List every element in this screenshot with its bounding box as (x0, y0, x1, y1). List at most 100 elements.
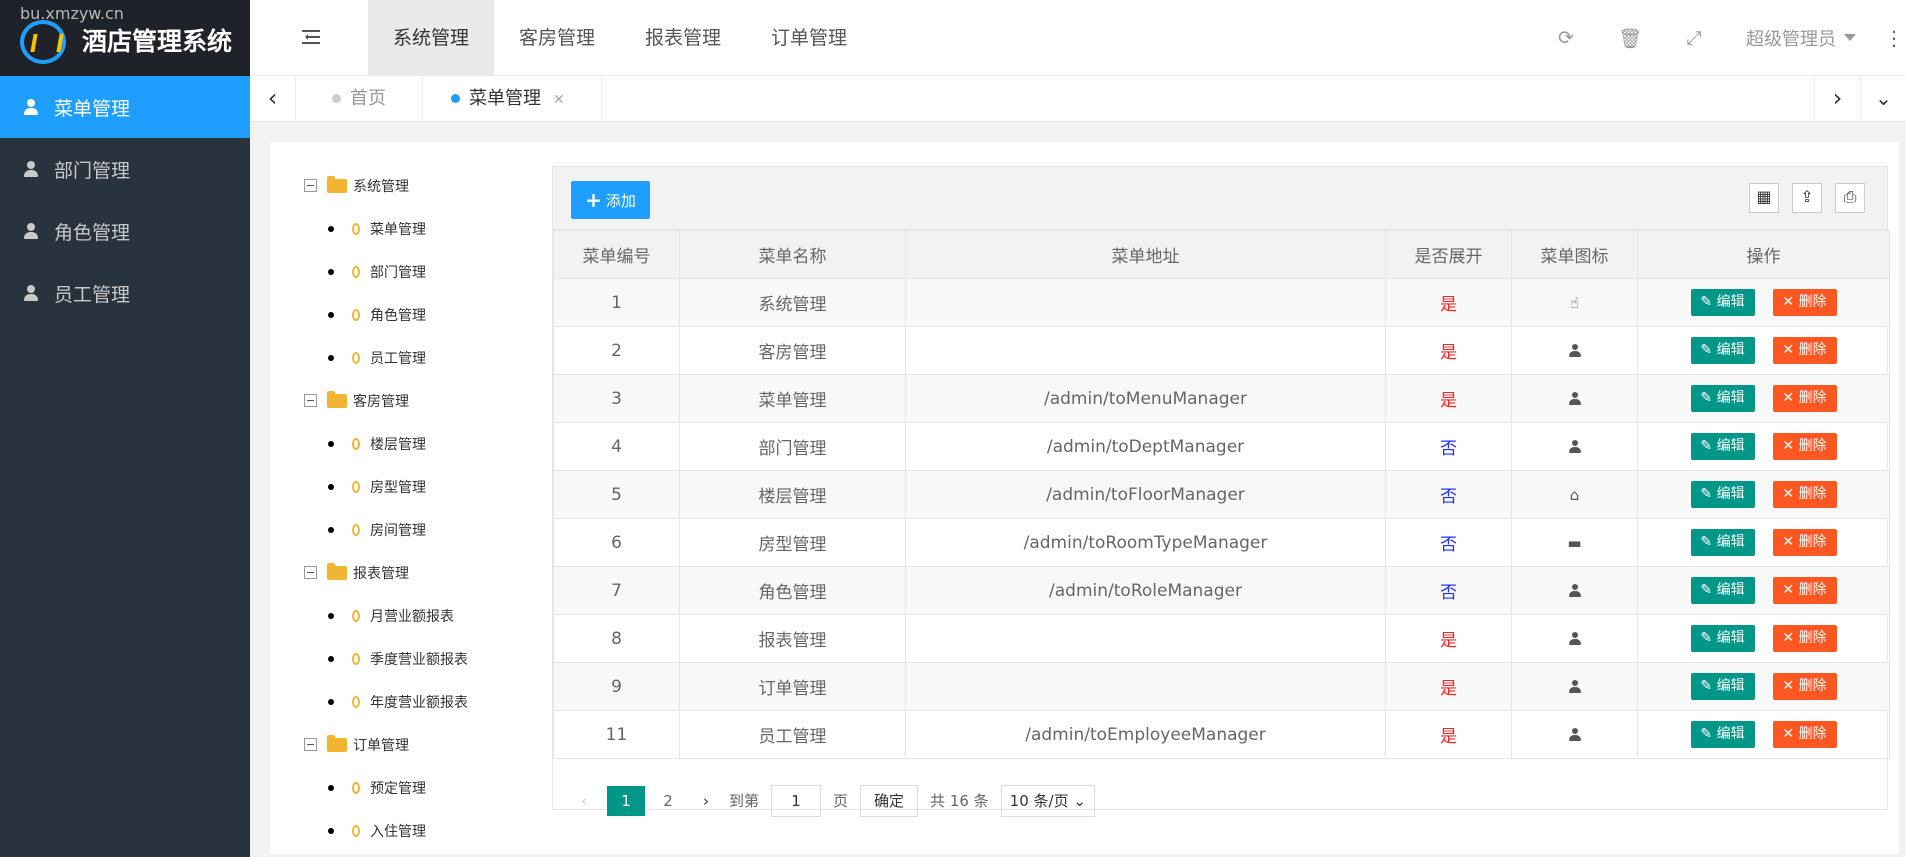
table-row[interactable]: 8 报表管理 是 ✎ 编辑 ✕ 删除 (553, 614, 1890, 663)
table-row[interactable]: 1 系统管理 是 ☝ ✎ 编辑 ✕ 删除 (553, 278, 1890, 327)
tree-leaf[interactable]: 部门管理 (304, 250, 504, 293)
sidebar-toggle-icon[interactable] (302, 30, 320, 44)
tree-leaf-label: 房间管理 (370, 522, 426, 539)
tree-leaf[interactable]: 月营业额报表 (304, 594, 504, 637)
edit-label: 编辑 (1716, 342, 1745, 358)
edit-button[interactable]: ✎ 编辑 (1690, 481, 1755, 508)
table-row[interactable]: 7 角色管理/admin/toRoleManager 否 ✎ 编辑 ✕ 删除 (553, 566, 1890, 615)
table-row[interactable]: 5 楼层管理/admin/toFloorManager 否 ⌂ ✎ 编辑 ✕ 删除 (553, 470, 1890, 519)
page-prev-icon[interactable]: ‹ (569, 786, 599, 816)
topnav-rooms[interactable]: 客房管理 (494, 0, 620, 76)
delete-button[interactable]: ✕ 删除 (1772, 577, 1837, 604)
table-toolbar: + 添加 ▦ ⇪ ⎙ (553, 167, 1887, 230)
delete-button[interactable]: ✕ 删除 (1772, 289, 1837, 316)
edit-label: 编辑 (1716, 438, 1745, 454)
delete-button[interactable]: ✕ 删除 (1772, 529, 1837, 556)
topnav-system[interactable]: 系统管理 (368, 0, 495, 76)
tree-leaf[interactable]: 角色管理 (304, 293, 504, 336)
table-row[interactable]: 3 菜单管理/admin/toMenuManager 是 ✎ 编辑 ✕ 删除 (553, 374, 1890, 423)
sidebar-item-menu[interactable]: 菜单管理 (0, 76, 250, 138)
tab-home[interactable]: 首页 (296, 76, 423, 122)
edit-button[interactable]: ✎ 编辑 (1690, 337, 1755, 364)
delete-button[interactable]: ✕ 删除 (1772, 385, 1837, 412)
per-page-select[interactable]: 10 条/页 ⌄ (1000, 784, 1095, 817)
delete-button[interactable]: ✕ 删除 (1772, 433, 1837, 460)
col-actions: 操作 (1637, 230, 1890, 279)
tree-leaf[interactable]: 房间管理 (304, 508, 504, 551)
cell-url: /admin/toFloorManager (905, 470, 1386, 519)
edit-button[interactable]: ✎ 编辑 (1690, 385, 1755, 412)
tree-leaf[interactable]: 菜单管理 (304, 207, 504, 250)
add-button[interactable]: + 添加 (571, 181, 650, 219)
collapse-icon[interactable] (304, 179, 317, 192)
page-1[interactable]: 1 (607, 785, 645, 816)
delete-button[interactable]: ✕ 删除 (1772, 625, 1837, 652)
goto-label: 到第 (729, 792, 760, 810)
tab-prev-icon[interactable]: ‹ (250, 76, 296, 122)
collapse-icon[interactable] (304, 566, 317, 579)
page-next-icon[interactable]: › (691, 786, 721, 816)
page-2[interactable]: 2 (653, 786, 683, 816)
refresh-icon[interactable]: ⟳ (1534, 27, 1598, 49)
delete-button[interactable]: ✕ 删除 (1772, 721, 1837, 748)
more-icon[interactable]: ⋮ (1884, 26, 1904, 50)
collapse-icon[interactable] (304, 394, 317, 407)
chevron-down-icon[interactable]: ⌄ (1860, 76, 1906, 122)
tree-leaf-label: 角色管理 (370, 307, 426, 324)
confirm-button[interactable]: 确定 (860, 784, 919, 817)
delete-button[interactable]: ✕ 删除 (1772, 481, 1837, 508)
topnav-reports[interactable]: 报表管理 (620, 0, 746, 76)
tree-group[interactable]: 系统管理 (304, 164, 504, 207)
delete-label: 删除 (1798, 342, 1827, 358)
sidebar-item-dept[interactable]: 部门管理 (0, 138, 250, 200)
tree-leaf[interactable]: 季度营业额报表 (304, 637, 504, 680)
tree-group[interactable]: 客房管理 (304, 379, 504, 422)
table-row[interactable]: 11 员工管理/admin/toEmployeeManager 是 ✎ 编辑 ✕ 删除 (553, 710, 1890, 759)
cell-icon: ⌂ (1511, 470, 1638, 519)
delete-button[interactable]: ✕ 删除 (1772, 337, 1837, 364)
tree-group[interactable]: 报表管理 (304, 551, 504, 594)
fullscreen-icon[interactable]: ⤢ (1662, 27, 1726, 49)
edit-button[interactable]: ✎ 编辑 (1690, 625, 1755, 652)
tab-menu-manage[interactable]: 菜单管理 ✕ (415, 76, 602, 122)
export-icon[interactable]: ⇪ (1792, 183, 1822, 213)
topnav-orders[interactable]: 订单管理 (746, 0, 872, 76)
table-row[interactable]: 9 订单管理 是 ✎ 编辑 ✕ 删除 (553, 662, 1890, 711)
tab-next-icon[interactable]: › (1814, 76, 1860, 122)
tree-leaf[interactable]: 员工管理 (304, 336, 504, 379)
sidebar-item-label: 菜单管理 (54, 97, 131, 120)
cell-name: 客房管理 (679, 326, 906, 375)
tree-leaf[interactable]: 楼层管理 (304, 422, 504, 465)
print-icon[interactable]: ⎙ (1835, 183, 1865, 213)
tree-leaf[interactable]: 预定管理 (304, 766, 504, 809)
user-menu[interactable]: 超级管理员 (1726, 25, 1884, 51)
columns-icon[interactable]: ▦ (1749, 183, 1779, 213)
collapse-icon[interactable] (304, 738, 317, 751)
edit-button[interactable]: ✎ 编辑 (1690, 289, 1755, 316)
cell-actions: ✎ 编辑 ✕ 删除 (1637, 662, 1890, 711)
page-input[interactable]: 1 (771, 784, 822, 817)
table-row[interactable]: 6 房型管理/admin/toRoomTypeManager 否 ▬ ✎ 编辑 ✕ 删除 (553, 518, 1890, 567)
close-icon[interactable]: ✕ (553, 92, 565, 108)
table-row[interactable]: 2 客房管理 是 ✎ 编辑 ✕ 删除 (553, 326, 1890, 375)
edit-button[interactable]: ✎ 编辑 (1690, 433, 1755, 460)
user-icon (24, 223, 38, 239)
tree-leaf[interactable]: 房型管理 (304, 465, 504, 508)
cell-url (905, 662, 1386, 711)
tree-leaf[interactable]: 入住管理 (304, 809, 504, 852)
trash-icon[interactable]: 🗑 (1598, 27, 1662, 50)
edit-button[interactable]: ✎ 编辑 (1690, 673, 1755, 700)
delete-button[interactable]: ✕ 删除 (1772, 673, 1837, 700)
tree-leaf[interactable]: 年度营业额报表 (304, 680, 504, 723)
tree-group-label: 报表管理 (353, 565, 409, 582)
sidebar-item-employee[interactable]: 员工管理 (0, 262, 250, 324)
leaf-icon (352, 222, 360, 235)
edit-button[interactable]: ✎ 编辑 (1690, 529, 1755, 556)
tree-group[interactable]: 订单管理 (304, 723, 504, 766)
table-row[interactable]: 4 部门管理/admin/toDeptManager 否 ✎ 编辑 ✕ 删除 (553, 422, 1890, 471)
edit-button[interactable]: ✎ 编辑 (1690, 577, 1755, 604)
cell-id: 2 (553, 326, 680, 375)
edit-button[interactable]: ✎ 编辑 (1690, 721, 1755, 748)
edit-label: 编辑 (1716, 630, 1745, 646)
sidebar-item-role[interactable]: 角色管理 (0, 200, 250, 262)
